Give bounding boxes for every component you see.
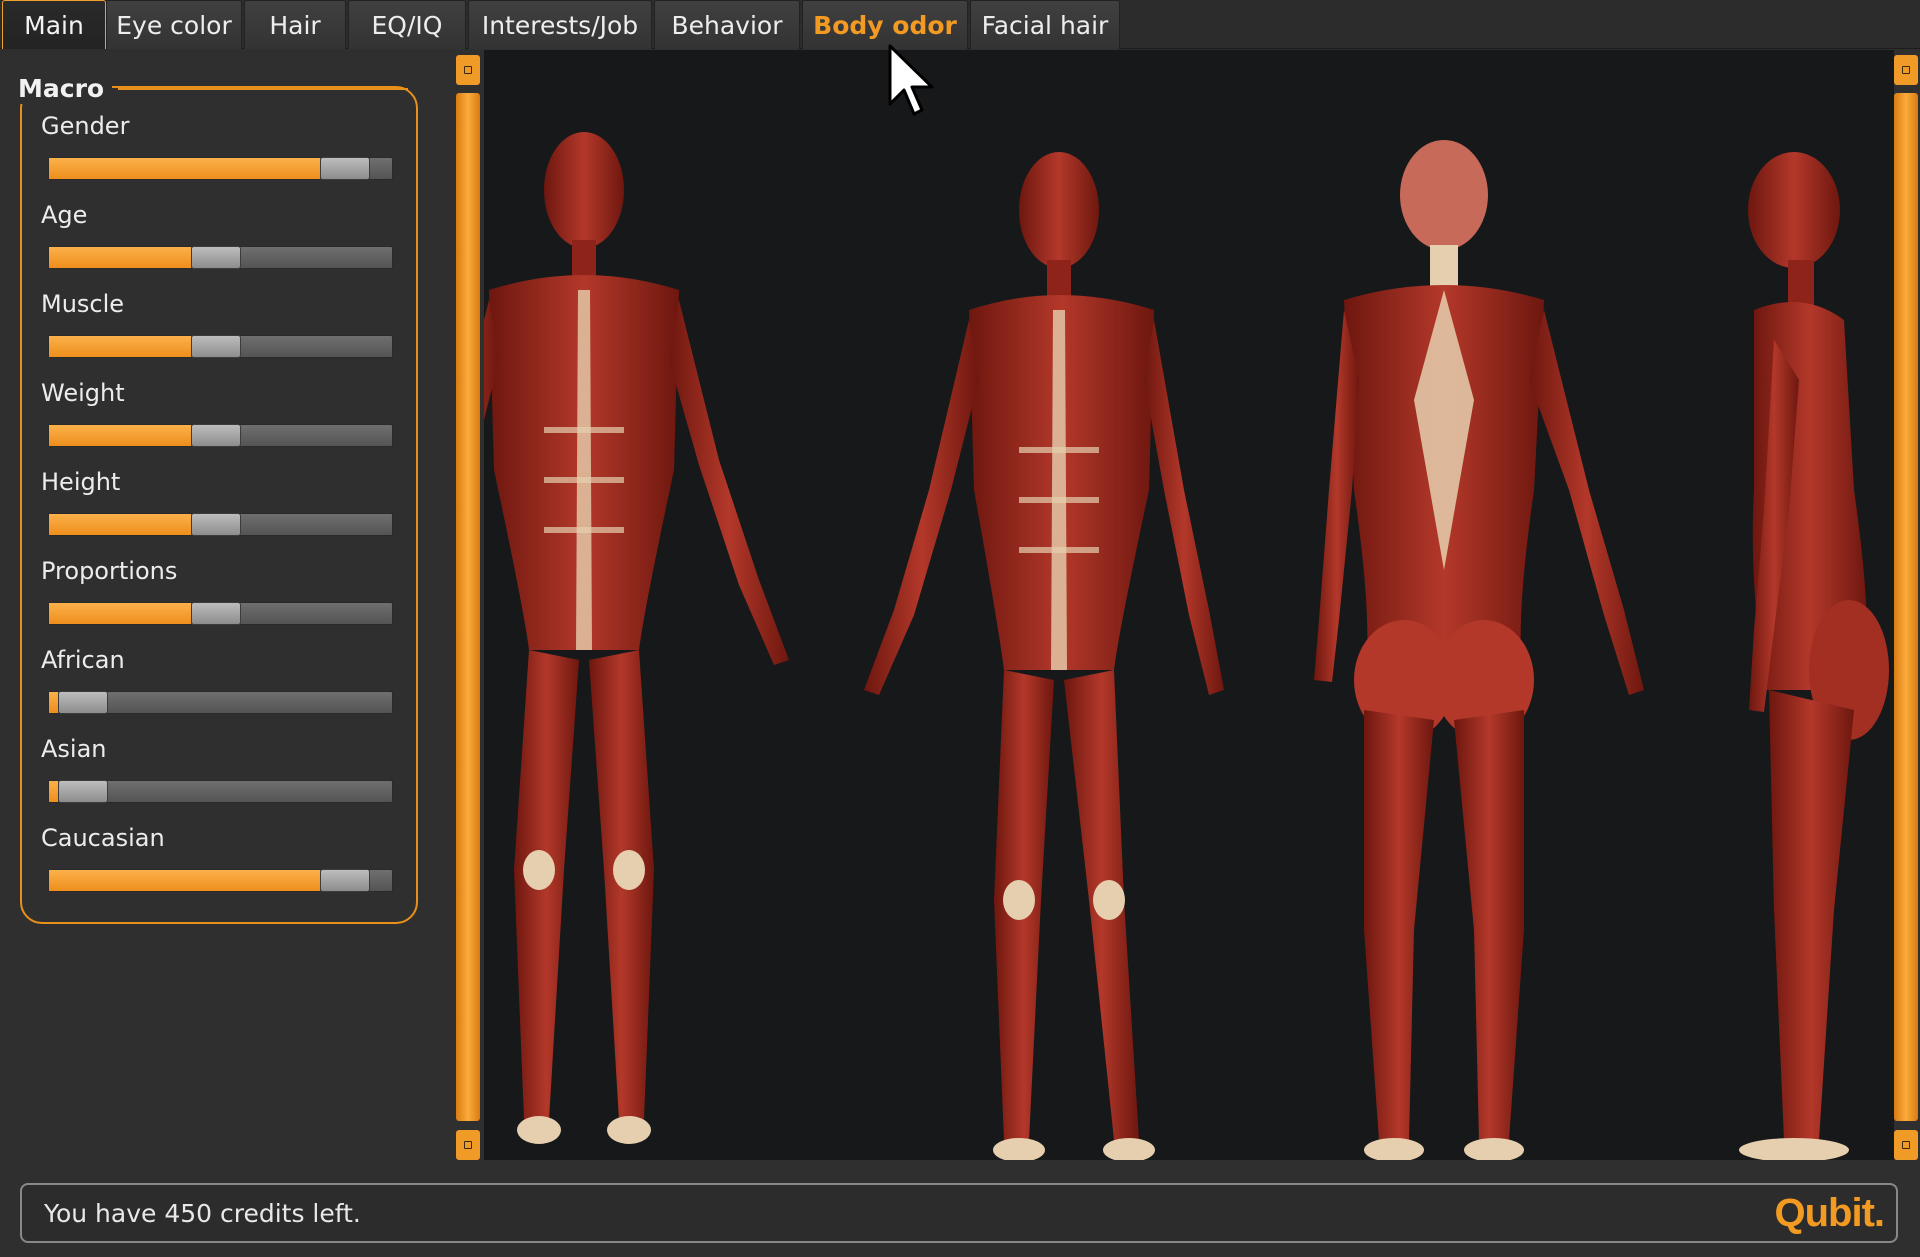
tab-main[interactable]: Main bbox=[2, 0, 106, 49]
slider-handle[interactable] bbox=[191, 602, 241, 625]
tab-behavior[interactable]: Behavior bbox=[654, 0, 800, 49]
tab-eq-iq[interactable]: EQ/IQ bbox=[348, 0, 466, 49]
slider-handle[interactable] bbox=[191, 513, 241, 536]
slider-handle[interactable] bbox=[191, 246, 241, 269]
slider-fill bbox=[49, 247, 191, 268]
tab-body-odor[interactable]: Body odor bbox=[802, 0, 968, 49]
slider-handle[interactable] bbox=[191, 335, 241, 358]
slider-label: Muscle bbox=[41, 290, 125, 318]
slider-proportions[interactable] bbox=[48, 602, 393, 625]
figure-side bbox=[1739, 152, 1889, 1160]
slider-label: Age bbox=[41, 201, 88, 229]
slider-african[interactable] bbox=[48, 691, 393, 714]
macro-group-border bbox=[118, 88, 408, 90]
slider-muscle[interactable] bbox=[48, 335, 393, 358]
slider-weight[interactable] bbox=[48, 424, 393, 447]
scroll-down-button[interactable] bbox=[456, 1130, 480, 1160]
slider-fill bbox=[49, 425, 191, 446]
slider-label: Proportions bbox=[41, 557, 178, 585]
figure-front-angle bbox=[864, 152, 1224, 1160]
slider-handle[interactable] bbox=[58, 691, 108, 714]
slider-label: Height bbox=[41, 468, 121, 496]
qubit-logo: Qubit. bbox=[1774, 1191, 1885, 1235]
scroll-down-button[interactable] bbox=[1894, 1130, 1918, 1160]
scrollbar-track[interactable] bbox=[456, 93, 480, 1121]
left-scrollbar[interactable] bbox=[456, 55, 480, 1160]
mouse-cursor-icon bbox=[888, 44, 934, 116]
figure-front bbox=[484, 132, 789, 1144]
tab-interests-job[interactable]: Interests/Job bbox=[468, 0, 652, 49]
credits-status-text: You have 450 credits left. bbox=[44, 1199, 361, 1228]
tab-facial-hair[interactable]: Facial hair bbox=[970, 0, 1120, 49]
slider-caucasian[interactable] bbox=[48, 869, 393, 892]
slider-handle[interactable] bbox=[320, 869, 370, 892]
slider-age[interactable] bbox=[48, 246, 393, 269]
tab-eye-color[interactable]: Eye color bbox=[106, 0, 242, 49]
slider-label: African bbox=[41, 646, 125, 674]
slider-gender[interactable] bbox=[48, 157, 393, 180]
slider-fill bbox=[49, 692, 58, 713]
scroll-up-button[interactable] bbox=[1894, 55, 1918, 85]
slider-fill bbox=[49, 514, 191, 535]
right-scrollbar[interactable] bbox=[1894, 55, 1918, 1160]
slider-height[interactable] bbox=[48, 513, 393, 536]
tab-bar: Main Eye color Hair EQ/IQ Interests/Job … bbox=[0, 0, 1920, 49]
scroll-up-button[interactable] bbox=[456, 55, 480, 85]
slider-label: Gender bbox=[41, 112, 130, 140]
macro-title: Macro bbox=[14, 74, 113, 104]
figure-back bbox=[1314, 140, 1644, 1160]
slider-fill bbox=[49, 781, 58, 802]
slider-asian[interactable] bbox=[48, 780, 393, 803]
slider-label: Caucasian bbox=[41, 824, 165, 852]
scrollbar-track[interactable] bbox=[1894, 93, 1918, 1121]
slider-label: Asian bbox=[41, 735, 107, 763]
slider-fill bbox=[49, 336, 191, 357]
slider-handle[interactable] bbox=[320, 157, 370, 180]
slider-fill bbox=[49, 603, 191, 624]
slider-label: Weight bbox=[41, 379, 125, 407]
slider-handle[interactable] bbox=[191, 424, 241, 447]
slider-handle[interactable] bbox=[58, 780, 108, 803]
slider-fill bbox=[49, 158, 320, 179]
anatomy-model-render bbox=[484, 132, 1889, 1160]
slider-fill bbox=[49, 870, 320, 891]
status-bar: You have 450 credits left. Qubit. bbox=[20, 1183, 1898, 1243]
tab-hair[interactable]: Hair bbox=[244, 0, 346, 49]
3d-viewport[interactable] bbox=[484, 50, 1894, 1160]
